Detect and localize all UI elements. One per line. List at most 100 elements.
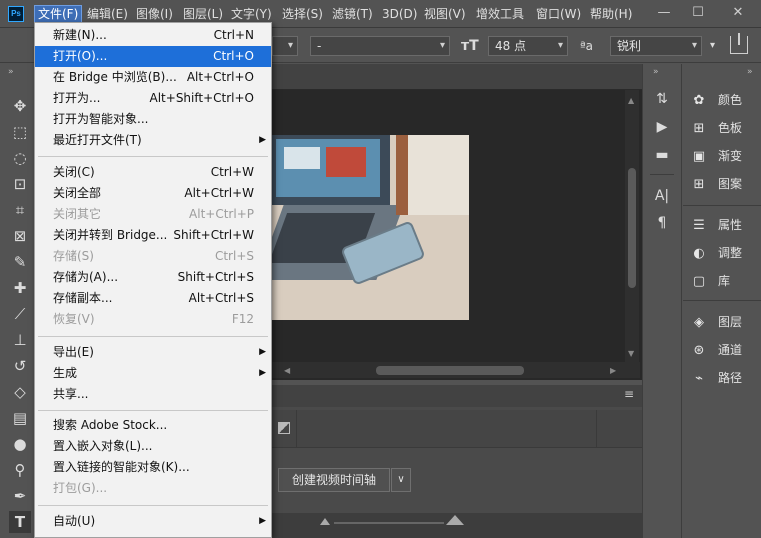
collapse-icon[interactable]: » — [653, 67, 659, 77]
minimize-icon[interactable]: — — [654, 4, 674, 22]
eraser-icon[interactable]: ◇ — [9, 381, 31, 403]
gradient-icon[interactable]: ▤ — [9, 407, 31, 429]
pen-icon[interactable]: ✒ — [9, 485, 31, 507]
sliders-icon: ☰ — [693, 218, 705, 233]
zoom-in-icon[interactable] — [446, 515, 464, 525]
menu-item-recent-files[interactable]: 最近打开文件(T) ▶ — [35, 130, 271, 151]
eyedropper-icon[interactable]: ✎ — [9, 251, 31, 273]
scroll-down-icon[interactable]: ▼ — [628, 349, 634, 358]
type-icon[interactable]: T — [9, 511, 31, 533]
menu-item-open-as[interactable]: 打开为... Alt+Shift+Ctrl+O — [35, 88, 271, 109]
panel-properties[interactable]: ☰ 属性 — [690, 214, 742, 236]
menu-filter[interactable]: 滤镜(T) — [329, 5, 376, 24]
lasso-icon[interactable]: ◌ — [9, 147, 31, 169]
font-style-value: - — [317, 39, 322, 53]
menu-select[interactable]: 选择(S) — [279, 5, 326, 24]
scroll-up-icon[interactable]: ▲ — [628, 96, 634, 105]
chevron-down-icon[interactable]: ▾ — [710, 38, 724, 54]
vertical-scroll-thumb[interactable] — [628, 168, 636, 288]
menu-item-share[interactable]: 共享... — [35, 384, 271, 405]
history-brush-icon[interactable]: ↺ — [9, 355, 31, 377]
library-icon: ▢ — [692, 274, 706, 289]
play-icon[interactable]: ▶ — [652, 117, 672, 137]
healing-icon[interactable]: ✚ — [9, 277, 31, 299]
antialias-dropdown[interactable]: 锐利 ▾ — [610, 36, 702, 56]
panel-adjustments[interactable]: ◐ 调整 — [690, 242, 742, 264]
menu-item-export[interactable]: 导出(E) ▶ — [35, 342, 271, 363]
menu-item-place-linked[interactable]: 置入链接的智能对象(K)... — [35, 457, 271, 478]
panel-libraries[interactable]: ▢ 库 — [690, 270, 730, 292]
blur-icon[interactable]: ● — [9, 433, 31, 455]
menu-3d[interactable]: 3D(D) — [379, 5, 420, 24]
panel-paths[interactable]: ⌁ 路径 — [690, 367, 742, 389]
zoom-out-icon[interactable] — [320, 518, 330, 525]
chevron-down-icon[interactable]: ∨ — [391, 468, 411, 492]
collapse-icon[interactable]: » — [8, 67, 14, 77]
character-icon[interactable]: A| — [652, 186, 672, 206]
dodge-icon[interactable]: ⚲ — [9, 459, 31, 481]
crop-icon[interactable]: ⌗ — [9, 199, 31, 221]
menu-item-close-all[interactable]: 关闭全部 Alt+Ctrl+W — [35, 183, 271, 204]
menu-item-open-smart-object[interactable]: 打开为智能对象... — [35, 109, 271, 130]
collapse-icon[interactable]: » — [747, 67, 753, 77]
scroll-right-icon[interactable]: ▶ — [610, 366, 616, 375]
menu-item-open[interactable]: 打开(O)... Ctrl+O — [35, 46, 271, 67]
panel-menu-icon[interactable]: ≡ — [624, 387, 634, 401]
menu-item-close-others[interactable]: 关闭其它 Alt+Ctrl+P — [35, 204, 271, 225]
menu-item-browse-bridge[interactable]: 在 Bridge 中浏览(B)... Alt+Ctrl+O — [35, 67, 271, 88]
horizontal-scroll-thumb[interactable] — [376, 366, 524, 375]
panel-patterns[interactable]: ⊞ 图案 — [690, 173, 742, 195]
font-size-icon: тT — [461, 38, 479, 54]
menu-item-save-as[interactable]: 存储为(A)... Shift+Ctrl+S — [35, 267, 271, 288]
menu-view[interactable]: 视图(V) — [421, 5, 469, 24]
paragraph-icon[interactable]: ¶ — [652, 213, 672, 233]
panel-swatches[interactable]: ⊞ 色板 — [690, 117, 742, 139]
font-family-dropdown-tail[interactable]: ▾ — [272, 36, 298, 56]
panel-channels[interactable]: ⊛ 通道 — [690, 339, 742, 361]
transition-icon[interactable] — [278, 422, 290, 434]
close-icon[interactable]: ✕ — [728, 4, 748, 22]
scroll-left-icon[interactable]: ◀ — [284, 366, 290, 375]
menu-item-new[interactable]: 新建(N)... Ctrl+N — [35, 25, 271, 46]
maximize-icon[interactable]: ☐ — [688, 4, 708, 22]
menu-item-search-stock[interactable]: 搜索 Adobe Stock... — [35, 415, 271, 436]
marquee-icon[interactable]: ⬚ — [9, 121, 31, 143]
history-icon[interactable]: ⇅ — [652, 89, 672, 109]
zoom-slider[interactable] — [334, 522, 444, 524]
menu-item-close[interactable]: 关闭(C) Ctrl+W — [35, 162, 271, 183]
document-image[interactable] — [270, 135, 469, 320]
submenu-arrow-icon: ▶ — [259, 516, 266, 526]
menu-item-close-go-bridge[interactable]: 关闭并转到 Bridge... Shift+Ctrl+W — [35, 225, 271, 246]
panel-layers[interactable]: ◈ 图层 — [690, 311, 742, 333]
menu-item-save-copy[interactable]: 存储副本... Alt+Ctrl+S — [35, 288, 271, 309]
stamp-icon[interactable]: ⊥ — [9, 329, 31, 351]
menu-separator — [38, 410, 268, 411]
share-icon[interactable] — [730, 33, 748, 54]
menu-item-place-embedded[interactable]: 置入嵌入对象(L)... — [35, 436, 271, 457]
adjustment-icon: ◐ — [693, 246, 705, 261]
panel-gradients[interactable]: ▣ 渐变 — [690, 145, 742, 167]
move-icon[interactable]: ✥ — [9, 95, 31, 117]
menu-window[interactable]: 窗口(W) — [533, 5, 584, 24]
menu-item-save[interactable]: 存储(S) Ctrl+S — [35, 246, 271, 267]
menu-item-package[interactable]: 打包(G)... — [35, 478, 271, 499]
menu-item-automate[interactable]: 自动(U) ▶ — [35, 511, 271, 532]
antialias-icon: ªa — [580, 39, 594, 53]
layers-icon: ◈ — [694, 315, 704, 330]
submenu-arrow-icon: ▶ — [259, 135, 266, 145]
menu-item-generate[interactable]: 生成 ▶ — [35, 363, 271, 384]
font-style-dropdown[interactable]: - ▾ — [310, 36, 450, 56]
menu-item-revert[interactable]: 恢复(V) F12 — [35, 309, 271, 330]
menu-separator — [38, 336, 268, 337]
font-size-dropdown[interactable]: 48 点 ▾ — [488, 36, 568, 56]
create-video-timeline-button[interactable]: 创建视频时间轴 — [278, 468, 390, 492]
comment-icon[interactable]: ▬ — [652, 145, 672, 165]
pattern-icon: ⊞ — [693, 177, 705, 192]
menu-plugins[interactable]: 增效工具 — [473, 5, 527, 24]
quick-select-icon[interactable]: ⊡ — [9, 173, 31, 195]
panel-color[interactable]: ✿ 颜色 — [690, 89, 742, 111]
menu-help[interactable]: 帮助(H) — [587, 5, 635, 24]
brush-icon[interactable]: ⟋ — [9, 303, 31, 325]
submenu-arrow-icon: ▶ — [259, 347, 266, 357]
frame-icon[interactable]: ⊠ — [9, 225, 31, 247]
